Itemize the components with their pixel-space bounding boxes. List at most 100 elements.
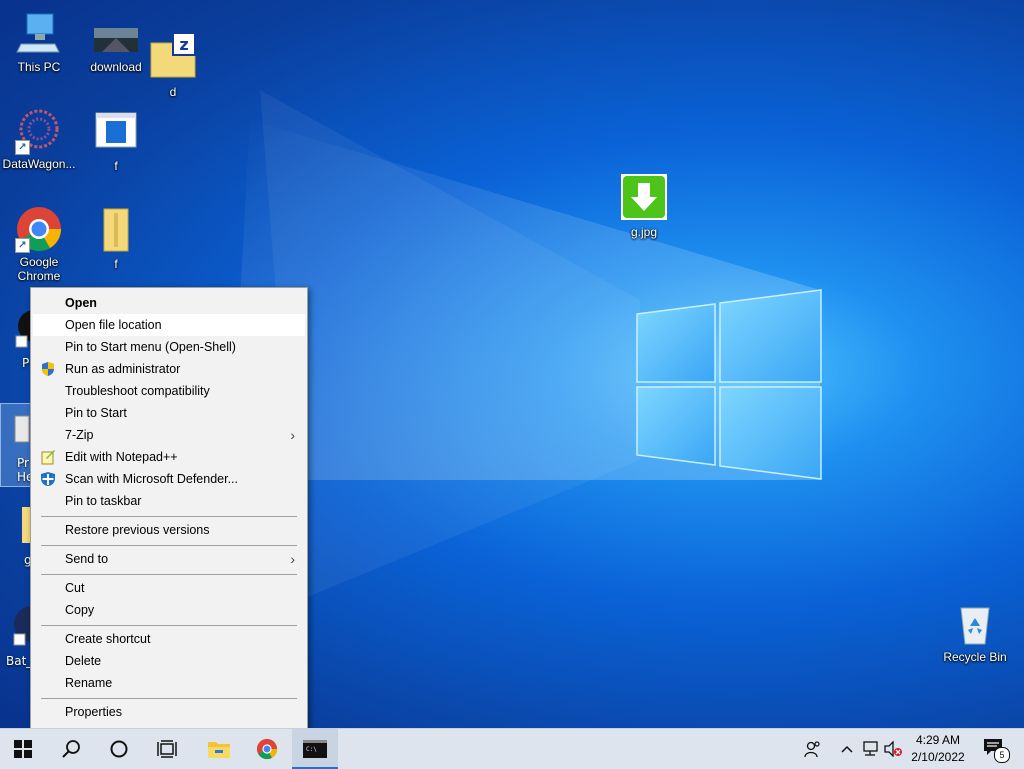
people-button[interactable] — [790, 729, 834, 769]
task-view-button[interactable] — [144, 729, 190, 769]
file-explorer-button[interactable] — [196, 729, 242, 769]
shortcut-arrow-icon: ↗ — [15, 238, 30, 253]
action-center-button[interactable]: 5 — [972, 729, 1016, 769]
desktop-icon-partial-selected[interactable]: Pr He — [0, 403, 33, 487]
volume-button[interactable] — [882, 729, 904, 769]
clock-date: 2/10/2022 — [911, 750, 965, 764]
menu-item-pin-start-openshell[interactable]: Pin to Start menu (Open-Shell) — [33, 336, 305, 358]
menu-separator — [41, 574, 297, 575]
desktop-icon-datawagon[interactable]: ↗ DataWagon... — [2, 107, 76, 171]
menu-item-delete[interactable]: Delete — [33, 650, 305, 672]
recycle-bin-icon — [951, 600, 999, 648]
menu-item-label: Send to — [65, 552, 109, 566]
menu-item-7zip[interactable]: 7-Zip › — [33, 424, 305, 446]
start-button[interactable] — [0, 729, 46, 769]
windows-start-icon — [14, 740, 32, 758]
network-icon — [863, 741, 878, 756]
menu-item-label: Scan with Microsoft Defender... — [65, 472, 238, 486]
desktop-icon-label: d — [169, 85, 177, 99]
menu-item-pin-to-start[interactable]: Pin to Start — [33, 402, 305, 424]
notification-count-badge: 5 — [994, 747, 1010, 763]
desktop-icon-recycle-bin[interactable]: Recycle Bin — [938, 600, 1012, 664]
menu-separator — [41, 545, 297, 546]
menu-item-cut[interactable]: Cut — [33, 577, 305, 599]
terminal-taskbar-button[interactable]: C:\ — [292, 729, 338, 769]
chrome-icon — [256, 738, 278, 760]
menu-item-label: Open — [65, 296, 97, 310]
desktop-icon-this-pc[interactable]: This PC — [2, 10, 76, 74]
menu-separator — [41, 698, 297, 699]
menu-item-label: Open file location — [65, 318, 162, 332]
network-button[interactable] — [860, 729, 882, 769]
menu-separator — [41, 516, 297, 517]
search-button[interactable] — [48, 729, 94, 769]
menu-item-run-as-admin[interactable]: Run as administrator — [33, 358, 305, 380]
desktop-icon-label: DataWagon... — [2, 157, 76, 171]
menu-item-open-file-location[interactable]: Open file location — [33, 314, 305, 336]
desktop-icon-f-folder[interactable]: f — [79, 205, 153, 271]
menu-item-label: Rename — [65, 676, 113, 690]
menu-item-open[interactable]: Open — [33, 292, 305, 314]
desktop-icon-label: g.jpg — [630, 225, 658, 239]
menu-item-troubleshoot[interactable]: Troubleshoot compatibility — [33, 380, 305, 402]
submenu-arrow-icon: › — [290, 551, 295, 567]
menu-item-label: Create shortcut — [65, 632, 151, 646]
desktop-icon-g-jpg[interactable]: g.jpg — [607, 173, 681, 239]
clock-time: 4:29 AM — [915, 733, 961, 747]
file-explorer-icon — [208, 742, 230, 758]
menu-item-edit-notepadpp[interactable]: Edit with Notepad++ — [33, 446, 305, 468]
defender-icon — [40, 471, 56, 487]
search-icon — [62, 740, 80, 758]
cortana-icon — [110, 740, 128, 758]
menu-item-properties[interactable]: Properties — [33, 701, 305, 723]
menu-item-label: Pin to Start — [65, 406, 127, 420]
desktop-icon-d[interactable]: z d — [136, 32, 210, 99]
desktop-icon-label: This PC — [17, 60, 61, 74]
volume-muted-icon — [884, 741, 902, 757]
datawagon-icon: ↗ — [15, 107, 63, 155]
menu-item-pin-to-taskbar[interactable]: Pin to taskbar — [33, 490, 305, 512]
menu-item-label: Properties — [65, 705, 122, 719]
menu-item-label: Edit with Notepad++ — [65, 450, 178, 464]
shortcut-arrow-icon: ↗ — [15, 140, 30, 155]
zip-folder-icon: z — [149, 32, 197, 81]
desktop-icon-google-chrome[interactable]: ↗ Google Chrome — [2, 205, 76, 283]
menu-item-rename[interactable]: Rename — [33, 672, 305, 694]
desktop-icon-label: P — [22, 356, 30, 370]
taskbar: C:\ 4:29 AM 2/10/2022 5 — [0, 728, 1024, 769]
menu-item-label: Restore previous versions — [65, 523, 210, 537]
cortana-button[interactable] — [96, 729, 142, 769]
chrome-taskbar-button[interactable] — [244, 729, 290, 769]
menu-separator — [41, 625, 297, 626]
context-menu: Open Open file location Pin to Start men… — [30, 287, 308, 729]
desktop-icon-label: Google Chrome — [17, 255, 61, 283]
desktop-icon-label: Bat_ — [6, 654, 33, 668]
chrome-icon: ↗ — [15, 205, 63, 253]
uac-shield-icon — [40, 361, 56, 377]
svg-text:z: z — [179, 35, 188, 54]
submenu-arrow-icon: › — [290, 427, 295, 443]
windows-logo-wallpaper — [636, 289, 822, 480]
notepadpp-icon — [40, 449, 56, 465]
folder-zipper-icon — [92, 205, 140, 253]
chevron-up-icon — [841, 745, 853, 753]
show-hidden-icons-button[interactable] — [836, 729, 858, 769]
menu-item-label: Pin to taskbar — [65, 494, 142, 508]
menu-item-label: Cut — [65, 581, 85, 595]
desktop-icon-label: Recycle Bin — [943, 650, 1007, 664]
menu-item-label: 7-Zip — [65, 428, 94, 442]
menu-item-scan-defender[interactable]: Scan with Microsoft Defender... — [33, 468, 305, 490]
desktop-icon-partial[interactable]: Bat_ — [4, 602, 50, 672]
computer-icon — [15, 10, 63, 58]
desktop-icon-f-doc[interactable]: f — [79, 107, 153, 173]
menu-item-create-shortcut[interactable]: Create shortcut — [33, 628, 305, 650]
menu-item-copy[interactable]: Copy — [33, 599, 305, 621]
task-view-icon — [157, 740, 177, 758]
clock[interactable]: 4:29 AM 2/10/2022 — [905, 732, 971, 766]
menu-item-send-to[interactable]: Send to › — [33, 548, 305, 570]
people-icon — [804, 741, 820, 758]
svg-text:C:\: C:\ — [306, 746, 317, 753]
menu-item-label: Pin to Start menu (Open-Shell) — [65, 340, 236, 354]
menu-item-restore-versions[interactable]: Restore previous versions — [33, 519, 305, 541]
download-arrow-icon — [620, 173, 668, 221]
